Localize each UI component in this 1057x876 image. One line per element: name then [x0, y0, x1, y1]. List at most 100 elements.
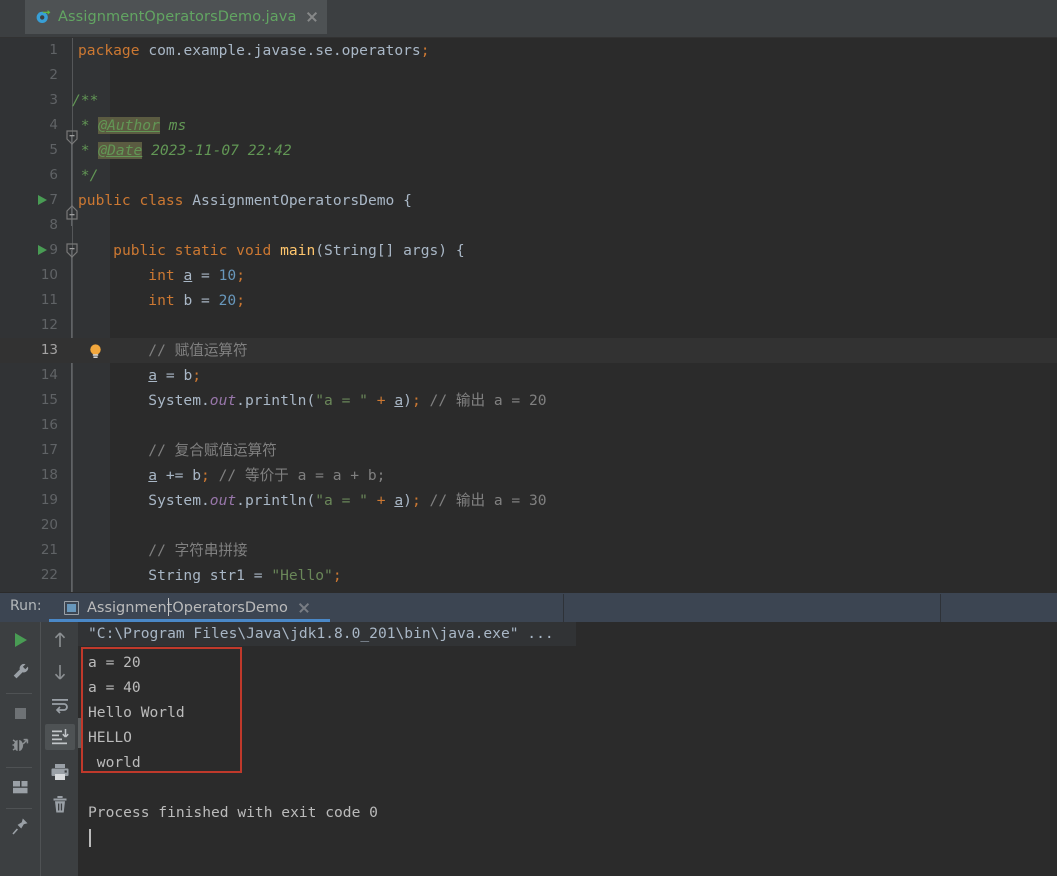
- clear-all-button[interactable]: [45, 792, 75, 818]
- run-tool-window: Run: AssignmentOperatorsDemo "C:\Program…: [0, 592, 1057, 876]
- code-line-1: package com.example.javase.se.operators;: [78, 42, 430, 59]
- editor-line-row: 14 a = b;: [0, 363, 1057, 388]
- editor-line-row: 6 */: [0, 163, 1057, 188]
- java-class-icon: [35, 9, 51, 25]
- line-number: 10: [40, 267, 58, 283]
- code-line-21: // 字符串拼接: [78, 542, 248, 559]
- console-output[interactable]: "C:\Program Files\Java\jdk1.8.0_201\bin\…: [78, 622, 1057, 876]
- down-button[interactable]: [45, 659, 75, 685]
- editor-line-row: 3 /**: [0, 88, 1057, 113]
- editor-line-row: 17 // 复合赋值运算符: [0, 438, 1057, 463]
- layout-button[interactable]: [5, 774, 35, 800]
- console-output-line: HELLO: [88, 729, 132, 746]
- run-panel-title: Run:: [10, 598, 42, 614]
- scroll-to-end-button[interactable]: [45, 724, 75, 750]
- run-tab-label: AssignmentOperatorsDemo: [87, 600, 288, 616]
- editor-line-row: 5 * @Date 2023-11-07 22:42: [0, 138, 1057, 163]
- editor-line-row: 4 * @Author ms: [0, 113, 1057, 138]
- console-caret: [89, 829, 91, 847]
- code-editor[interactable]: 1 package com.example.javase.se.operator…: [0, 38, 1057, 592]
- code-line-17: // 复合赋值运算符: [78, 442, 277, 459]
- editor-line-row: 8: [0, 213, 1057, 238]
- code-line-3: /**: [72, 92, 99, 109]
- run-header-divider-1: [563, 594, 564, 623]
- console-exit-message: Process finished with exit code 0: [88, 804, 378, 821]
- code-line-6: */: [72, 167, 99, 184]
- rerun-bug-icon-button[interactable]: [5, 732, 35, 758]
- code-line-18: a += b; // 等价于 a = a + b;: [148, 467, 386, 484]
- editor-line-row: 9 public static void main(String[] args)…: [0, 238, 1057, 263]
- console-output-line: world: [88, 754, 141, 771]
- editor-line-row: 16: [0, 413, 1057, 438]
- line-number: 20: [40, 517, 58, 533]
- line-number: 13: [40, 342, 58, 358]
- close-icon[interactable]: [298, 602, 310, 614]
- toolbar-divider: [6, 767, 32, 768]
- run-header-divider-2: [940, 594, 941, 623]
- editor-tab-label: AssignmentOperatorsDemo.java: [58, 9, 297, 25]
- line-number: 6: [49, 167, 58, 183]
- line-number: 19: [40, 492, 58, 508]
- run-configuration-icon: [64, 601, 79, 615]
- stop-button[interactable]: [5, 700, 35, 726]
- editor-tab-assignmentoperatorsdemo[interactable]: AssignmentOperatorsDemo.java: [25, 0, 328, 34]
- console-scrollbar[interactable]: [78, 718, 81, 748]
- code-line-15: System.out.println("a = " + a); // 输出 a …: [78, 392, 547, 409]
- run-gutter-arrow-icon-class[interactable]: [38, 195, 47, 205]
- editor-line-row: 19 System.out.println("a = " + a); // 输出…: [0, 488, 1057, 513]
- line-number: 7: [49, 192, 58, 208]
- editor-tab-bar: AssignmentOperatorsDemo.java: [0, 0, 1057, 38]
- line-number: 9: [49, 242, 58, 258]
- console-output-line: Hello World: [88, 704, 185, 721]
- run-tab-assignmentoperatorsdemo[interactable]: AssignmentOperatorsDemo: [64, 595, 310, 621]
- text-caret: [168, 598, 169, 616]
- toolbar-divider: [6, 693, 32, 694]
- editor-line-row: 20: [0, 513, 1057, 538]
- run-left-toolbar: [0, 622, 40, 876]
- editor-line-row: 1 package com.example.javase.se.operator…: [0, 38, 1057, 63]
- print-button[interactable]: [45, 759, 75, 785]
- line-number: 18: [40, 467, 58, 483]
- line-number: 22: [40, 567, 58, 583]
- editor-line-row: 21 // 字符串拼接: [0, 538, 1057, 563]
- run-console-toolbar: [40, 622, 78, 876]
- editor-line-row: 2: [0, 63, 1057, 88]
- editor-line-row: 22 String str1 = "Hello";: [0, 563, 1057, 588]
- close-icon[interactable]: [305, 10, 319, 24]
- run-panel-header: Run: AssignmentOperatorsDemo: [0, 592, 1057, 623]
- editor-line-row: 11 int b = 20;: [0, 288, 1057, 313]
- line-number: 11: [40, 292, 58, 308]
- code-line-14: a = b;: [148, 367, 202, 384]
- line-number: 16: [40, 417, 58, 433]
- pin-tab-button[interactable]: [5, 814, 35, 840]
- line-number: 8: [49, 217, 58, 233]
- editor-line-row: 15 System.out.println("a = " + a); // 输出…: [0, 388, 1057, 413]
- line-number: 21: [40, 542, 58, 558]
- rerun-button[interactable]: [5, 627, 35, 653]
- code-line-5: * @Date 2023-11-07 22:42: [72, 142, 292, 159]
- code-line-19: System.out.println("a = " + a); // 输出 a …: [78, 492, 547, 509]
- line-number: 3: [49, 92, 58, 108]
- line-number: 15: [40, 392, 58, 408]
- toolbar-divider: [6, 808, 32, 809]
- editor-line-row: 18 a += b; // 等价于 a = a + b;: [0, 463, 1057, 488]
- line-number: 1: [49, 42, 58, 58]
- up-button[interactable]: [45, 627, 75, 653]
- console-output-line: a = 40: [88, 679, 141, 696]
- code-line-10: int a = 10;: [148, 267, 246, 284]
- code-line-22: String str1 = "Hello";: [78, 567, 342, 584]
- idea-window: AssignmentOperatorsDemo.java 1 package c…: [0, 0, 1057, 876]
- editor-line-row: 12: [0, 313, 1057, 338]
- console-output-line: a = 20: [88, 654, 141, 671]
- code-line-7: public class AssignmentOperatorsDemo {: [78, 192, 412, 209]
- line-number: 12: [40, 317, 58, 333]
- edit-configurations-button[interactable]: [5, 659, 35, 685]
- line-number: 2: [49, 67, 58, 83]
- code-line-4: * @Author ms: [72, 117, 187, 134]
- line-number: 5: [49, 142, 58, 158]
- run-gutter-arrow-icon-method[interactable]: [38, 245, 47, 255]
- code-line-13: // 赋值运算符: [78, 342, 248, 359]
- line-number: 4: [49, 117, 58, 133]
- code-line-11: int b = 20;: [148, 292, 245, 309]
- soft-wrap-button[interactable]: [45, 692, 75, 718]
